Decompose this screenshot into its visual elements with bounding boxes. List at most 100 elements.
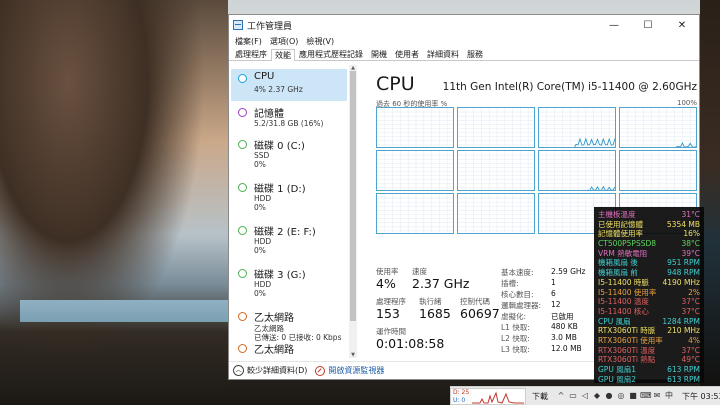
keyboard-icon[interactable]: ⌨ [640,391,652,401]
hw-monitor-value: 4% [688,335,700,345]
spec-value: 2.59 GHz [551,267,586,276]
hw-monitor-row: I5-11400 核心 37°C [598,307,700,317]
sidebar-item-cpu[interactable]: CPU 4% 2.37 GHz [231,69,347,101]
tab-services[interactable]: 服務 [463,48,487,60]
network-icon[interactable]: ▭ [568,391,578,401]
sidebar-item-disk-3[interactable]: 磁碟 3 (G:) HDD 0% [231,264,347,304]
sidebar-item-label: 磁碟 0 (C:) [254,141,305,152]
resource-monitor-link[interactable]: 開啟資源監視器 [328,365,384,376]
spec-key: 插槽: [501,279,519,288]
sidebar-item-detail: 5.2/31.8 GB (16%) [254,119,324,128]
hw-monitor-key: 已使用記憶體 [598,219,643,229]
clock[interactable]: 下午 03:53 [682,391,720,402]
hw-monitor-row: CT500P5PSSD8 38°C [598,239,700,249]
menu-view[interactable]: 檢視(V) [302,36,338,47]
tab-startup[interactable]: 開機 [367,48,391,60]
chevron-up-icon[interactable]: ︿ [233,365,244,376]
tray-expand-icon[interactable]: ^ [556,391,566,401]
core-graph [457,193,535,234]
hw-monitor-row: 已使用記憶體 5354 MB [598,220,700,230]
hw-monitor-row: 主機板溫度 31°C [598,210,700,220]
hw-monitor-row: RTX3060Ti 時脈 210 MHz [598,326,700,336]
disk-ring-icon [238,140,247,149]
core-graph [457,150,535,191]
tab-processes[interactable]: 處理程序 [231,48,271,60]
sidebar-item-ethernet-2[interactable]: 乙太網路 [231,339,347,358]
hw-monitor-key: CPU 風扇 [598,316,631,326]
tab-users[interactable]: 使用者 [391,48,423,60]
hw-monitor-value: 4190 MHz [662,277,700,287]
ime-icon[interactable]: 中 [664,391,674,401]
disk-ring-icon [238,269,247,278]
hw-monitor-key: RTX3060Ti 熱點 [598,355,656,365]
scroll-down-icon[interactable]: ▼ [349,352,357,358]
hw-monitor-row: GPU 風扇2 613 RPM [598,375,700,385]
spec-value: 3.0 MB [551,333,577,342]
cpu-model-name: 11th Gen Intel(R) Core(TM) i5-11400 @ 2.… [442,81,697,93]
hw-monitor-value: 613 RPM [667,365,700,374]
gpu-tray-icon[interactable]: ■ [628,391,638,401]
spec-value: 480 KB [551,322,578,331]
hw-monitor-key: RTX3060Ti 使用率 [598,335,663,345]
tab-app-history[interactable]: 應用程式歷程記錄 [295,48,367,60]
sidebar-item-detail: 4% 2.37 GHz [254,85,303,94]
tab-details[interactable]: 詳細資料 [423,48,463,60]
tab-bar: 處理程序 效能 應用程式歷程記錄 開機 使用者 詳細資料 服務 [229,48,699,61]
hw-monitor-row: RTX3060Ti 熱點 49°C [598,355,700,365]
sync-tray-icon[interactable]: ◎ [616,391,626,401]
hw-monitor-row: CPU 風扇 1284 RPM [598,317,700,327]
speaker-icon[interactable]: ◁ [580,391,590,401]
sidebar-item-disk-2[interactable]: 磁碟 2 (E: F:) HDD 0% [231,221,347,261]
taskbar: D: 25 U: 0 下載 ^ ▭ ◁ ◆ ● ◎ ■ ⌨ ✉ 中 下午 03:… [450,386,720,405]
scroll-thumb[interactable] [350,71,356,321]
wallpaper-left [0,0,228,405]
sidebar-item-usage: 0% [254,289,266,298]
hw-monitor-value: 948 RPM [667,268,700,278]
net-up-label: U: 0 [453,397,466,404]
minimize-button[interactable]: — [597,15,631,35]
task-manager-icon [233,20,243,30]
menu-options[interactable]: 選項(O) [266,36,303,47]
hw-monitor-row: 機箱風扇 後 951 RPM [598,258,700,268]
ethernet-ring-icon [238,312,247,321]
hw-monitor-value: 2% [688,287,700,297]
memory-ring-icon [238,108,247,117]
hw-monitor-row: 記憶體使用率 16% [598,229,700,239]
sidebar-item-label: CPU [254,71,275,82]
sidebar-item-usage: 0% [254,246,266,255]
sidebar-item-disk-0[interactable]: 磁碟 0 (C:) SSD 0% [231,135,347,175]
tray-download-label[interactable]: 下載 [532,391,548,402]
sidebar-item-memory[interactable]: 記憶體 5.2/31.8 GB (16%) [231,103,347,135]
core-graph [538,150,616,191]
tab-performance[interactable]: 效能 [271,49,295,61]
hw-monitor-key: I5-11400 核心 [598,306,649,316]
net-down-label: D: 25 [453,389,470,396]
menu-file[interactable]: 檔案(F) [231,36,266,47]
maximize-button[interactable]: ☐ [631,15,665,35]
hw-monitor-value: 613 RPM [667,374,700,384]
hw-monitor-row: GPU 風扇1 613 RPM [598,365,700,375]
spec-key: 邏輯處理器: [501,301,542,310]
sidebar-item-label: 磁碟 3 (G:) [254,270,306,281]
disk-ring-icon [238,183,247,192]
processes-value: 153 [376,306,400,321]
spec-key: L1 快取: [501,323,530,332]
chat-tray-icon[interactable]: ✉ [652,391,662,401]
spec-value: 已啟用 [551,312,574,321]
sidebar-scrollbar[interactable]: ▲ ▼ [349,65,357,358]
sidebar-item-detail: HDD [254,194,272,203]
sidebar-item-label: 乙太網路 [254,345,294,356]
core-graph [619,107,697,148]
page-title: CPU [376,73,415,95]
network-speed-widget[interactable]: D: 25 U: 0 [450,388,526,405]
title-bar[interactable]: 工作管理員 — ☐ ✕ [229,15,699,35]
fewer-details-link[interactable]: 較少詳細資料(D) [247,365,307,376]
hw-monitor-row: I5-11400 使用率 2% [598,288,700,298]
security-icon[interactable]: ◆ [592,391,602,401]
sidebar-item-disk-1[interactable]: 磁碟 1 (D:) HDD 0% [231,178,347,218]
hw-monitor-key: 記憶體使用率 [598,229,643,239]
hw-monitor-value: 1284 RPM [662,316,700,326]
close-button[interactable]: ✕ [665,15,699,35]
hw-monitor-key: GPU 風扇2 [598,374,636,384]
app-tray-icon[interactable]: ● [604,391,614,401]
